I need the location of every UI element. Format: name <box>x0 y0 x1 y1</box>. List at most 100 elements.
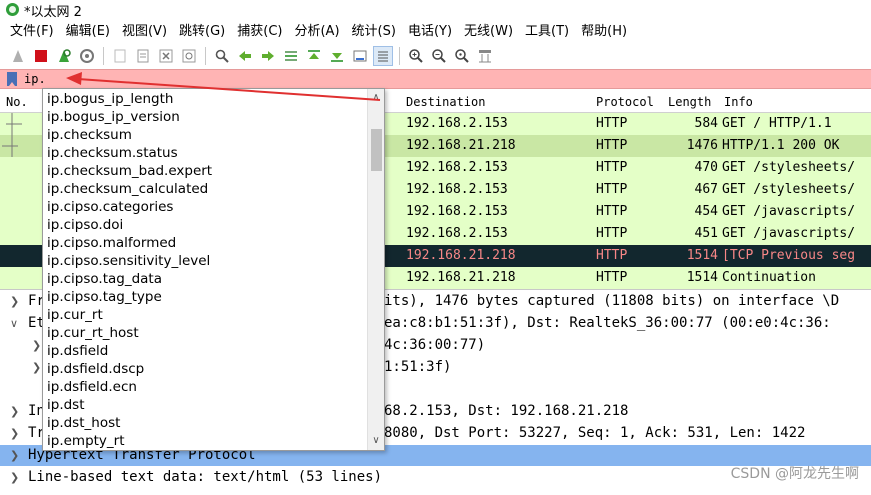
packet-protocol: HTTP <box>596 204 628 219</box>
menu-bar: 文件(F) 编辑(E) 视图(V) 跳转(G) 捕获(C) 分析(A) 统计(S… <box>0 22 871 44</box>
expand-arrow-icon[interactable]: ❯ <box>10 401 19 422</box>
display-filter-bar: ip. <box>0 69 871 89</box>
expand-arrow-icon[interactable]: ❯ <box>10 445 19 466</box>
expand-arrow-icon[interactable]: ❯ <box>32 335 41 356</box>
menu-capture[interactable]: 捕获(C) <box>231 22 288 44</box>
autocomplete-item[interactable]: ip.bogus_ip_version <box>47 108 180 126</box>
packet-destination: 192.168.21.218 <box>406 138 516 153</box>
autocomplete-item[interactable]: ip.dst <box>47 396 85 414</box>
autocomplete-item[interactable]: ip.checksum.status <box>47 144 178 162</box>
column-length[interactable]: Length <box>668 95 711 109</box>
close-file-icon[interactable] <box>156 46 176 66</box>
autocomplete-item[interactable]: ip.checksum_calculated <box>47 180 208 198</box>
colorize-icon[interactable] <box>373 46 393 66</box>
expand-arrow-icon[interactable]: ❯ <box>10 291 19 312</box>
menu-analyze[interactable]: 分析(A) <box>288 22 345 44</box>
expand-arrow-icon[interactable]: ❯ <box>10 423 19 444</box>
filter-bookmark-icon[interactable] <box>7 72 17 86</box>
packet-length: 470 <box>694 160 718 175</box>
packet-info: GET /stylesheets/ <box>722 182 856 197</box>
first-packet-icon[interactable] <box>304 46 324 66</box>
capture-options-icon[interactable] <box>77 46 97 66</box>
go-forward-icon[interactable] <box>258 46 278 66</box>
autocomplete-item[interactable]: ip.cipso.tag_type <box>47 288 162 306</box>
packet-protocol: HTTP <box>596 248 628 263</box>
packet-length: 451 <box>694 226 718 241</box>
packet-protocol: HTTP <box>596 270 628 285</box>
menu-view[interactable]: 视图(V) <box>116 22 173 44</box>
packet-protocol: HTTP <box>596 182 628 197</box>
autoscroll-icon[interactable] <box>350 46 370 66</box>
toolbar-separator <box>399 47 400 65</box>
start-capture-icon[interactable] <box>8 46 28 66</box>
main-toolbar <box>0 44 871 68</box>
menu-wireless[interactable]: 无线(W) <box>458 22 519 44</box>
packet-info: GET /javascripts/ <box>722 226 856 241</box>
packet-destination: 192.168.2.153 <box>406 204 508 219</box>
restart-capture-icon[interactable] <box>54 46 74 66</box>
expand-arrow-icon[interactable]: ❯ <box>32 357 41 378</box>
menu-help[interactable]: 帮助(H) <box>575 22 633 44</box>
scroll-down-icon[interactable]: ∨ <box>371 436 381 446</box>
packet-destination: 192.168.21.218 <box>406 270 516 285</box>
autocomplete-item[interactable]: ip.cipso.doi <box>47 216 123 234</box>
expand-arrow-icon[interactable]: ❯ <box>10 467 19 488</box>
collapse-arrow-icon[interactable]: ∨ <box>10 313 18 334</box>
menu-tools[interactable]: 工具(T) <box>519 22 575 44</box>
packet-info: GET /javascripts/ <box>722 204 856 219</box>
packet-destination: 192.168.2.153 <box>406 226 508 241</box>
display-filter-input[interactable]: ip. <box>22 70 871 88</box>
zoom-in-icon[interactable] <box>406 46 426 66</box>
zoom-reset-icon[interactable] <box>452 46 472 66</box>
packet-protocol: HTTP <box>596 226 628 241</box>
packet-destination: 192.168.2.153 <box>406 182 508 197</box>
packet-destination: 192.168.21.218 <box>406 248 516 263</box>
save-file-icon[interactable] <box>133 46 153 66</box>
column-protocol[interactable]: Protocol <box>596 95 654 109</box>
autocomplete-item[interactable]: ip.cur_rt_host <box>47 324 139 342</box>
menu-telephony[interactable]: 电话(Y) <box>402 22 458 44</box>
autocomplete-item[interactable]: ip.cipso.categories <box>47 198 173 216</box>
scroll-up-icon[interactable]: ∧ <box>371 93 381 103</box>
menu-go[interactable]: 跳转(G) <box>173 22 231 44</box>
autocomplete-item[interactable]: ip.dsfield.dscp <box>47 360 144 378</box>
menu-file[interactable]: 文件(F) <box>0 22 60 44</box>
packet-info: GET /stylesheets/ <box>722 160 856 175</box>
autocomplete-item[interactable]: ip.dsfield <box>47 342 108 360</box>
column-destination[interactable]: Destination <box>406 95 485 109</box>
reload-file-icon[interactable] <box>179 46 199 66</box>
title-bar: *以太网 2 <box>0 0 871 20</box>
packet-protocol: HTTP <box>596 160 628 175</box>
window-title: *以太网 2 <box>24 5 82 20</box>
scrollbar-thumb[interactable] <box>371 129 382 171</box>
autocomplete-item[interactable]: ip.cur_rt <box>47 306 103 324</box>
menu-edit[interactable]: 编辑(E) <box>60 22 116 44</box>
filter-autocomplete-list: ip.bogus_ip_length ip.bogus_ip_version i… <box>42 88 385 451</box>
column-info[interactable]: Info <box>724 95 753 109</box>
menu-statistics[interactable]: 统计(S) <box>346 22 402 44</box>
autocomplete-item[interactable]: ip.dst_host <box>47 414 120 432</box>
autocomplete-item[interactable]: ip.checksum <box>47 126 132 144</box>
stop-capture-icon[interactable] <box>31 46 51 66</box>
conversation-marker <box>0 113 24 135</box>
autocomplete-item[interactable]: ip.dsfield.ecn <box>47 378 137 396</box>
resize-columns-icon[interactable] <box>475 46 495 66</box>
packet-info: Continuation <box>722 270 816 285</box>
autocomplete-item[interactable]: ip.cipso.malformed <box>47 234 176 252</box>
find-packet-icon[interactable] <box>212 46 232 66</box>
autocomplete-item[interactable]: ip.empty_rt <box>47 432 125 450</box>
packet-info: GET / HTTP/1.1 <box>722 116 832 131</box>
autocomplete-item[interactable]: ip.cipso.sensitivity_level <box>47 252 210 270</box>
go-back-icon[interactable] <box>235 46 255 66</box>
go-to-packet-icon[interactable] <box>281 46 301 66</box>
open-file-icon[interactable] <box>110 46 130 66</box>
column-no[interactable]: No. <box>6 95 28 109</box>
zoom-out-icon[interactable] <box>429 46 449 66</box>
autocomplete-item[interactable]: ip.cipso.tag_data <box>47 270 162 288</box>
autocomplete-item[interactable]: ip.checksum_bad.expert <box>47 162 212 180</box>
autocomplete-item[interactable]: ip.bogus_ip_length <box>47 90 173 108</box>
autocomplete-scrollbar[interactable]: ∧ ∨ <box>367 89 384 450</box>
toolbar-separator <box>205 47 206 65</box>
last-packet-icon[interactable] <box>327 46 347 66</box>
packet-length: 454 <box>694 204 718 219</box>
